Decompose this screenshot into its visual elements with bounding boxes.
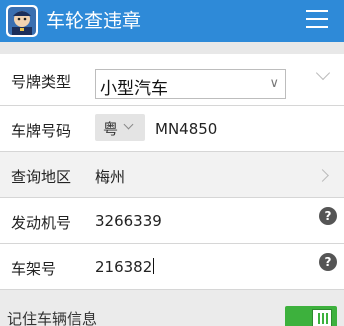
region-value: 梅州 [95,168,126,186]
region-row[interactable]: 查询地区 梅州 [0,152,344,198]
app-title: 车轮查违章 [46,10,142,32]
help-icon[interactable]: ? [319,207,337,225]
menu-icon[interactable] [306,10,328,30]
frame-number-value: 216382 [95,258,153,276]
plate-type-label: 号牌类型 [11,73,72,91]
chevron-down-icon [315,65,331,81]
plate-type-selected: 小型汽车 [100,79,168,99]
remember-row: 记住车辆信息 [0,298,344,326]
app-header: 车轮查违章 [0,0,344,42]
select-arrow-icon: ∨ [269,76,279,91]
region-label: 查询地区 [11,168,72,186]
engine-number-input[interactable]: 3266339 [95,212,162,230]
plate-number-input[interactable]: MN4850 [155,120,217,138]
plate-type-row: 号牌类型 小型汽车 ∨ [0,54,344,106]
frame-number-label: 车架号 [11,260,57,278]
chevron-right-icon [316,169,329,182]
frame-number-input[interactable]: 216382 [95,258,155,276]
province-prefix-select[interactable]: 粤 [95,114,145,141]
app-logo-icon [6,5,38,37]
header-spacer [0,42,344,54]
text-cursor [153,258,155,274]
plate-number-label: 车牌号码 [11,122,72,140]
help-icon[interactable]: ? [319,253,337,271]
remember-label: 记住车辆信息 [7,310,98,326]
plate-type-select[interactable]: 小型汽车 ∨ [95,69,286,99]
chevron-down-icon [123,119,134,130]
frame-number-row: 车架号 216382 ? [0,244,344,290]
engine-number-label: 发动机号 [11,214,72,232]
engine-number-row: 发动机号 3266339 ? [0,198,344,244]
plate-number-row: 车牌号码 粤 MN4850 [0,106,344,152]
toggle-knob [312,309,332,326]
remember-toggle[interactable] [285,306,337,326]
province-prefix: 粤 [103,120,119,138]
